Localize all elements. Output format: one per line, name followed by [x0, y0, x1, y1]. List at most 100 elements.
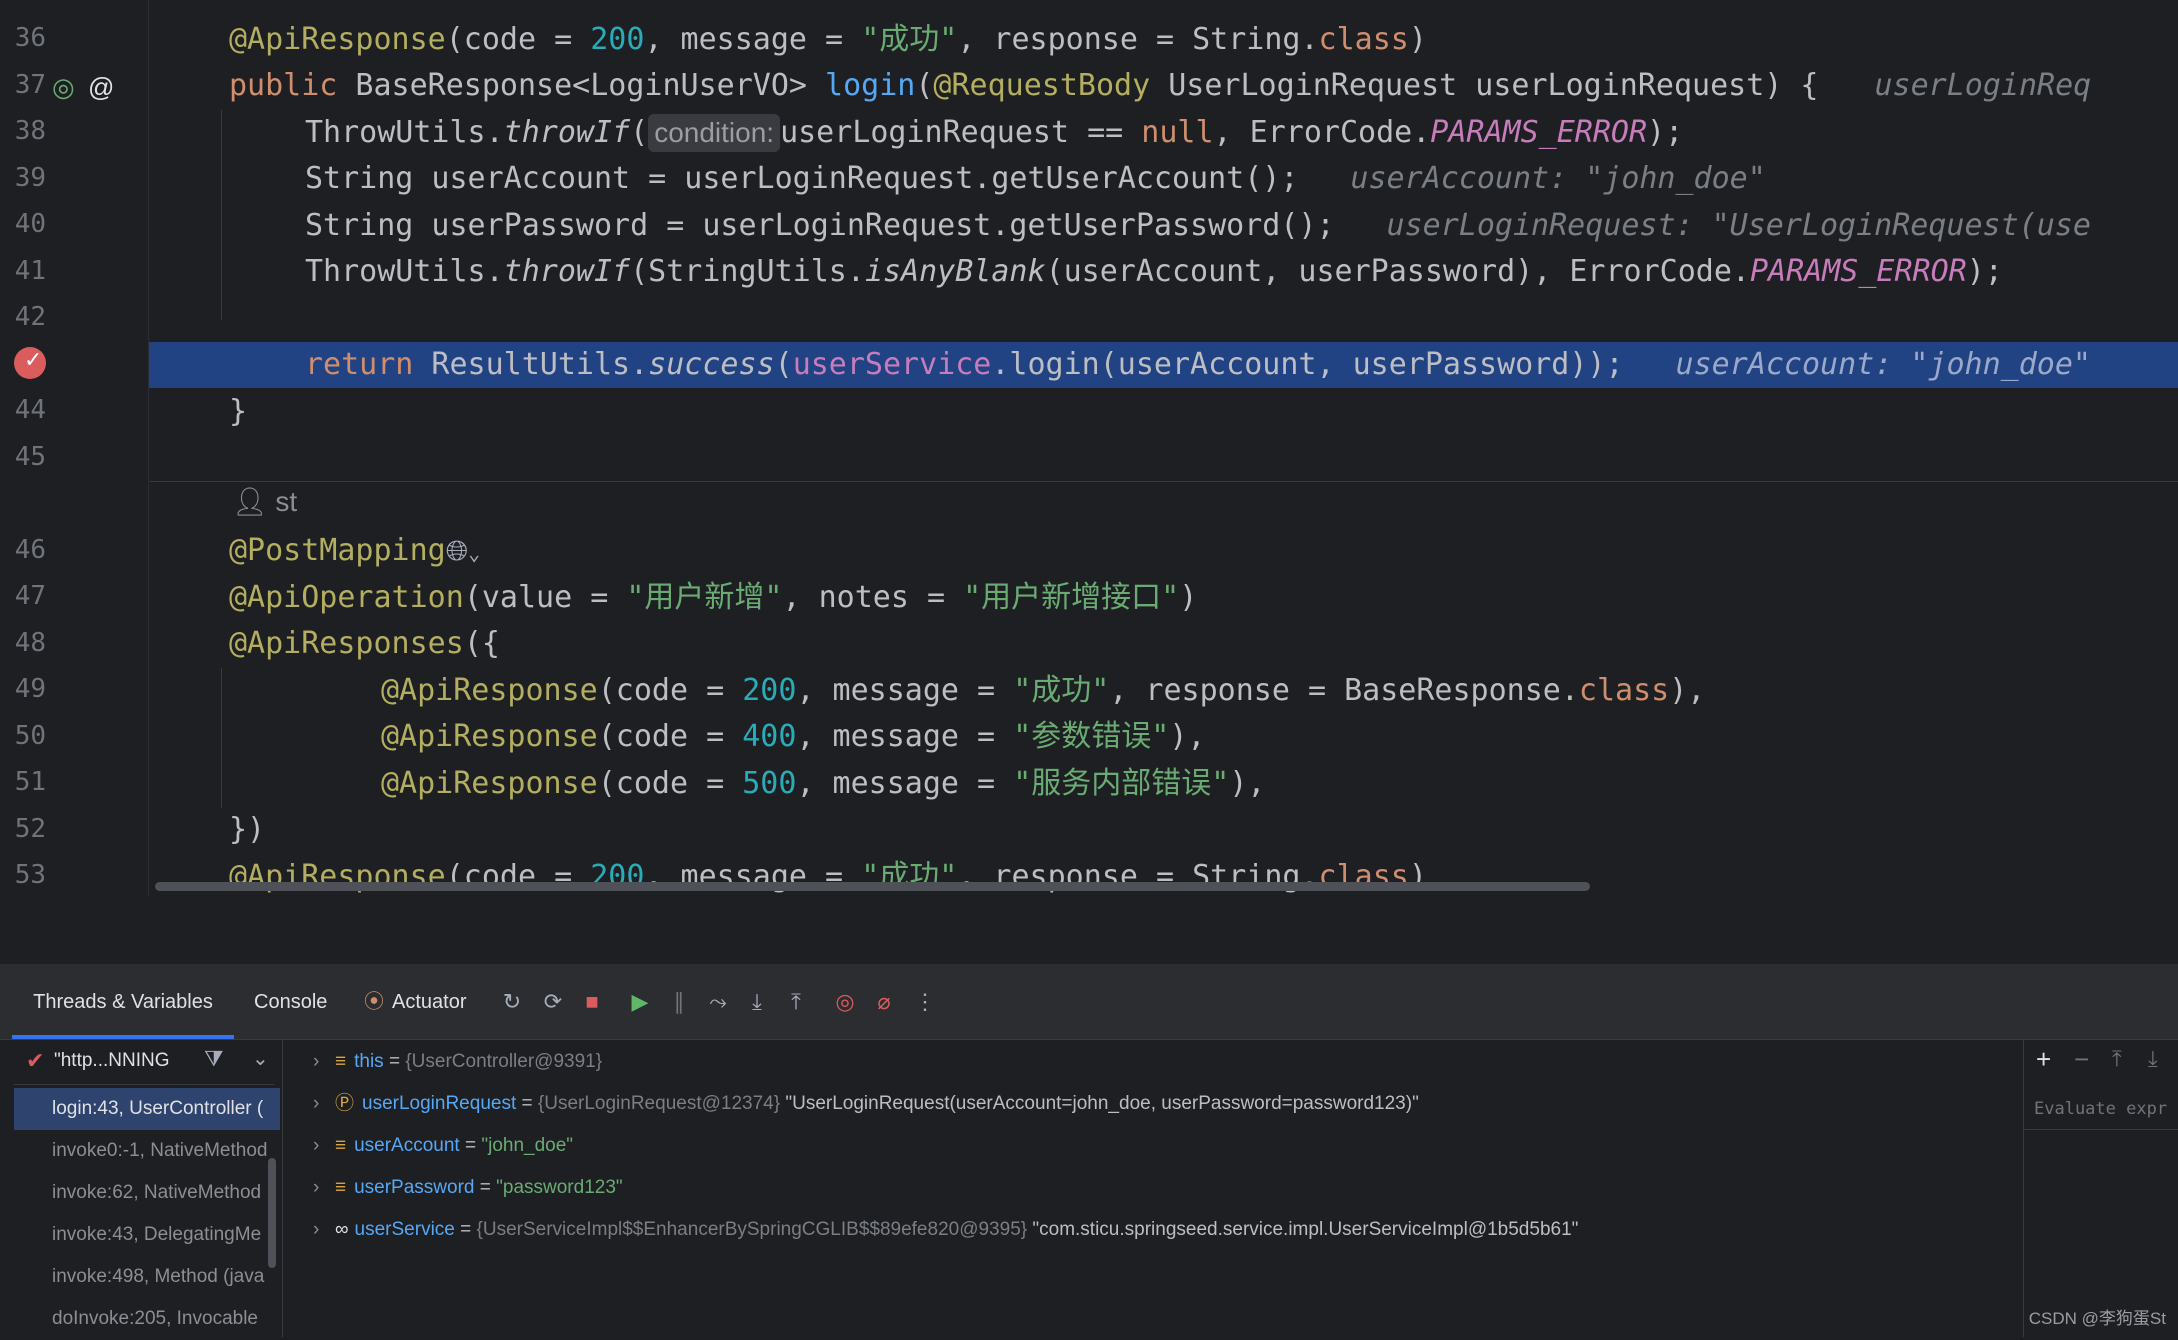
- editor-bottom-spacer: [0, 897, 2178, 964]
- tab-console[interactable]: Console: [254, 965, 327, 1039]
- breakpoint-check-icon: ✓: [24, 347, 43, 372]
- step-out-icon[interactable]: ⤒: [781, 987, 811, 1017]
- stop-icon[interactable]: ■: [577, 987, 607, 1017]
- line-number: 39: [14, 163, 46, 193]
- line-number: 46: [14, 535, 46, 565]
- field-icon: ≡: [335, 1051, 347, 1072]
- line-number: 37: [14, 70, 46, 100]
- annotation-at-icon[interactable]: @: [88, 72, 114, 102]
- code-line-40: String userPassword = userLoginRequest.g…: [305, 208, 2091, 243]
- resume-icon[interactable]: ▶: [625, 987, 655, 1017]
- line-number: 42: [14, 302, 46, 332]
- editor-gutter[interactable]: 36 37 38 39 40 41 42 44 45 46 47 48 49 5…: [0, 0, 149, 897]
- rerun-icon[interactable]: ↻: [497, 987, 527, 1017]
- parameter-hint-condition: condition:: [648, 114, 781, 152]
- chevron-right-icon[interactable]: ›: [313, 1168, 335, 1208]
- stack-frame[interactable]: invoke0:-1, NativeMethod: [14, 1130, 280, 1172]
- move-up-icon[interactable]: ⤒: [2112, 1046, 2122, 1072]
- line-number: 49: [14, 674, 46, 704]
- implemented-endpoint-icon[interactable]: ◎: [52, 72, 75, 102]
- inline-value-hint: userLoginReq: [1874, 68, 2092, 103]
- restart-icon[interactable]: ⟳: [538, 987, 568, 1017]
- step-into-icon[interactable]: ⤓: [742, 987, 772, 1017]
- variable-row[interactable]: › ≡ userAccount = "john_doe": [313, 1126, 573, 1166]
- code-line-52: }): [229, 812, 266, 847]
- method-separator: [150, 481, 2178, 482]
- variable-row[interactable]: › ≡ userPassword = "password123": [313, 1168, 623, 1208]
- filter-icon[interactable]: ⧩: [204, 1046, 224, 1072]
- line-number: 51: [14, 767, 46, 797]
- watches-panel: + − ⤒ ⤓ Evaluate expr: [2023, 1040, 2178, 1337]
- minus-icon[interactable]: −: [2074, 1044, 2089, 1075]
- parameter-icon: Ⓟ: [335, 1093, 355, 1114]
- tab-threads-variables[interactable]: Threads & Variables: [12, 965, 234, 1039]
- stack-frame[interactable]: invoke:62, NativeMethod: [14, 1172, 280, 1214]
- chevron-right-icon[interactable]: ›: [313, 1042, 335, 1082]
- code-line-44: }: [229, 394, 248, 429]
- code-line-39: String userAccount = userLoginRequest.ge…: [305, 161, 1766, 196]
- thread-name: "http...NNING: [54, 1050, 170, 1071]
- thread-selector[interactable]: ✔ "http...NNING ⧩ ⌄: [14, 1040, 274, 1085]
- debug-toolbar: Threads & Variables Console ⦿ Actuator ↻ …: [0, 965, 2178, 1040]
- line-number: 48: [14, 628, 46, 658]
- field-icon: ≡: [335, 1135, 347, 1156]
- field-icon: ≡: [335, 1177, 347, 1198]
- inline-value-hint: userAccount: "john_doe": [1675, 347, 2091, 382]
- line-number: 52: [14, 814, 46, 844]
- chevron-down-icon[interactable]: ⌄: [468, 541, 480, 565]
- tab-actuator[interactable]: ⦿ Actuator: [364, 965, 466, 1039]
- code-line-51: @ApiResponse(code = 500, message = "服务内部…: [381, 766, 1266, 801]
- evaluate-expression-input[interactable]: Evaluate expr: [2024, 1088, 2178, 1130]
- variable-row[interactable]: › ⓅuserLoginRequest = {UserLoginRequest@1…: [313, 1084, 1419, 1124]
- more-icon[interactable]: ⋮: [910, 987, 940, 1017]
- code-line-46: @PostMapping🌐︎⌄: [229, 533, 481, 568]
- view-breakpoints-icon[interactable]: ◎: [830, 987, 860, 1017]
- indent-guide: [221, 668, 222, 808]
- glasses-icon: ∞: [335, 1219, 349, 1240]
- code-line-38: ThrowUtils.throwIf(condition: userLoginRe…: [305, 114, 1684, 152]
- line-number: 50: [14, 721, 46, 751]
- code-line-49: @ApiResponse(code = 200, message = "成功",…: [381, 673, 1706, 708]
- variable-row[interactable]: › ∞ userService = {UserServiceImpl$$Enhanc…: [313, 1210, 1578, 1250]
- chevron-right-icon[interactable]: ›: [313, 1084, 335, 1124]
- current-execution-line: return ResultUtils.success(userService.l…: [149, 342, 2178, 388]
- line-number: 45: [14, 442, 46, 472]
- code-line-37: public BaseResponse<LoginUserVO> login(@…: [229, 68, 2092, 103]
- horizontal-scrollbar[interactable]: [155, 882, 1590, 891]
- person-icon: 👤︎: [232, 486, 268, 517]
- step-over-icon[interactable]: ⤳: [703, 987, 733, 1017]
- variable-row[interactable]: › ≡ this = {UserController@9391}: [313, 1042, 602, 1082]
- line-number: 40: [14, 209, 46, 239]
- plus-icon[interactable]: +: [2036, 1044, 2051, 1075]
- inline-value-hint: userAccount: "john_doe": [1350, 161, 1766, 196]
- code-editor[interactable]: 36 37 38 39 40 41 42 44 45 46 47 48 49 5…: [0, 0, 2178, 897]
- stack-frame[interactable]: doInvoke:205, Invocable: [14, 1298, 280, 1340]
- stack-frame[interactable]: login:43, UserController (: [14, 1088, 280, 1130]
- frames-scrollbar[interactable]: [268, 1158, 276, 1268]
- watermark: CSDN @李狗蛋St: [2028, 1309, 2166, 1328]
- line-number: 53: [14, 860, 46, 890]
- line-number: 36: [14, 23, 46, 53]
- line-number: 38: [14, 116, 46, 146]
- code-line-48: @ApiResponses({: [229, 626, 500, 661]
- chevron-right-icon[interactable]: ›: [313, 1126, 335, 1166]
- author-hint[interactable]: 👤︎ st: [232, 485, 297, 518]
- globe-icon[interactable]: 🌐︎: [446, 534, 468, 567]
- code-line-41: ThrowUtils.throwIf(StringUtils.isAnyBlan…: [305, 254, 2003, 289]
- pause-icon[interactable]: ∥: [664, 987, 694, 1017]
- variables-panel: › ≡ this = {UserController@9391} › ⓅuserLog…: [283, 1040, 2023, 1337]
- mute-breakpoints-icon[interactable]: ⌀: [869, 987, 899, 1017]
- chevron-down-icon[interactable]: ⌄: [252, 1046, 269, 1071]
- debug-tool-window: Threads & Variables Console ⦿ Actuator ↻ …: [0, 964, 2178, 1337]
- stack-frame[interactable]: invoke:498, Method (java: [14, 1256, 280, 1298]
- code-line-47: @ApiOperation(value = "用户新增", notes = "用…: [229, 580, 1198, 615]
- code-line-36: @ApiResponse(code = 200, message = "成功",…: [229, 22, 1427, 57]
- stack-frame[interactable]: invoke:43, DelegatingMe: [14, 1214, 280, 1256]
- chevron-right-icon[interactable]: ›: [313, 1210, 335, 1250]
- inline-value-hint: userLoginRequest: "UserLoginRequest(use: [1386, 208, 2091, 243]
- actuator-icon: ⦿: [364, 991, 384, 1013]
- line-number: 41: [14, 256, 46, 286]
- move-down-icon[interactable]: ⤓: [2148, 1046, 2158, 1072]
- frames-panel: ✔ "http...NNING ⧩ ⌄ login:43, UserContro…: [0, 1040, 283, 1337]
- indent-guide: [221, 110, 222, 320]
